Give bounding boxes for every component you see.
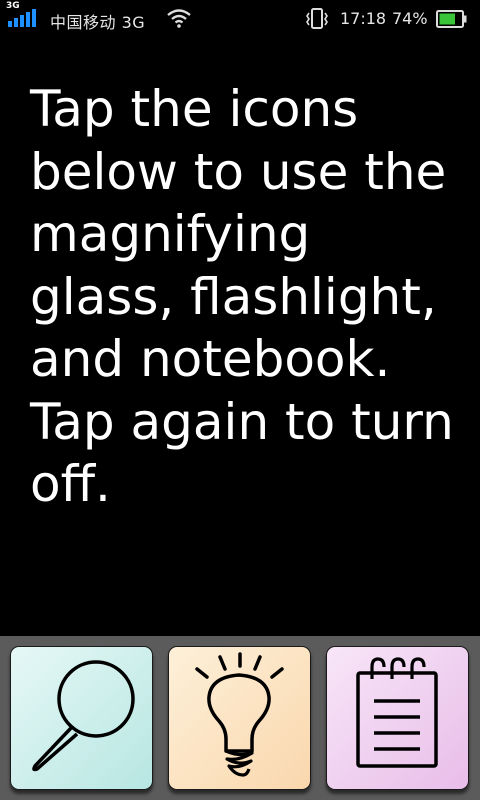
notebook-button[interactable] [326,646,469,790]
signal-icon [8,8,38,32]
instruction-text: Tap the icons below to use the magnifyin… [30,80,454,513]
clock: 17:18 [340,9,387,28]
notepad-icon [356,657,438,768]
light-bulb-icon [195,652,284,777]
magnifier-button[interactable] [10,646,153,790]
carrier-label: 中国移动 3G [50,13,146,32]
vibrate-icon [305,8,329,34]
status-bar: 3G 中国移动 3G 17:18 74% [0,0,480,38]
tool-bar [0,636,480,800]
wifi-icon [167,8,191,32]
battery-percent: 74% [392,9,428,28]
magnifying-glass-icon [32,660,135,772]
battery-icon [436,10,468,32]
flashlight-button[interactable] [168,646,311,790]
